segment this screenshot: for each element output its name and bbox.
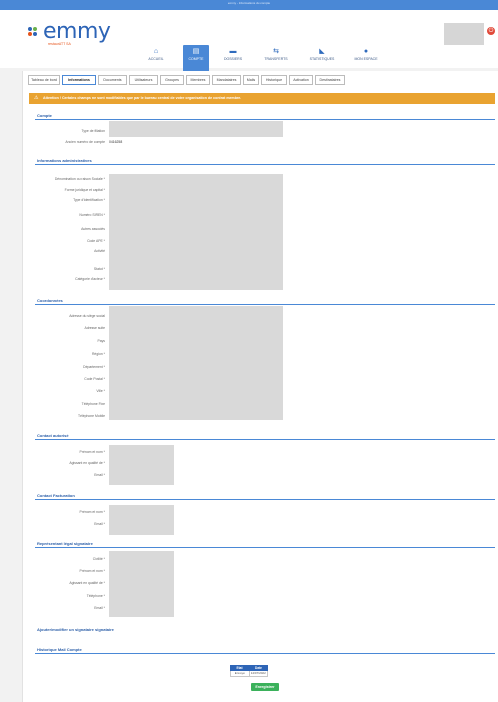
coordinates-fields-box[interactable] [109,306,283,420]
field-label: Civilité * [92,557,105,561]
field-label: Code APE * [87,239,105,243]
nav-mon-espace[interactable]: ● MON ESPACE [346,45,386,73]
transfer-icon: ⇆ [273,48,279,55]
old-account-number: 0416258 [109,140,123,144]
section-title-contact-facturation: Contact Facturation [37,493,75,498]
section-title-admin: Informations administratives [37,158,92,163]
nav-label: TRANSFERTS [264,57,288,61]
authorized-contact-box[interactable] [109,445,174,485]
section-divider [35,119,495,120]
nav-label: MON ESPACE [354,57,378,61]
field-label: Forme juridique et capital * [64,188,105,192]
section-divider [35,439,495,440]
nav-dossiers[interactable]: ▬ DOSSIERS [216,45,250,73]
tab-membres[interactable]: Membres [186,75,210,85]
logout-icon[interactable]: ⏻ [487,27,495,35]
section-divider [35,304,495,305]
field-label: Code Postal * [84,377,105,381]
nav-label: COMPTE [188,57,204,61]
admin-fields-box[interactable] [109,174,283,290]
tab-utilisateurs[interactable]: Utilisateurs [129,75,158,85]
account-icon: ▤ [192,48,200,55]
field-label: Téléphone * [86,594,105,598]
field-label: Dénomination ou raison Sociale * [54,177,105,181]
logo-tagline: restaurATT SA [48,42,71,46]
tab-destinataires[interactable]: Destinataires [315,75,345,85]
nav-transferts[interactable]: ⇆ TRANSFERTS [256,45,296,73]
section-divider [35,653,495,654]
tab-groupes[interactable]: Groupes [160,75,184,85]
section-title-representant: Représentant légal signataire [37,541,93,546]
window-title: emmy - Informations du compte [227,1,271,5]
logo-dots-icon [28,27,42,37]
field-label: Adresse suite [84,326,105,330]
field-label: Prénom et nom * [79,569,105,573]
field-label: Département * [83,365,105,369]
field-label: Ancien numéro de compte [65,140,105,144]
nav-compte[interactable]: ▤ COMPTE [183,45,209,73]
tab-historique[interactable]: Historique [261,75,287,85]
tab-tableau-de-bord[interactable]: Tableau de bord [28,75,60,85]
field-label: Type de filiation [81,129,105,133]
field-label: Agissant en qualité de * [69,461,105,465]
table-cell: 14/07/2022 [250,671,266,675]
tab-mandataires[interactable]: Mandataires [212,75,241,85]
nav-accueil[interactable]: ⌂ ACCUEIL [138,45,174,73]
folder-icon: ▬ [229,48,237,55]
section-divider [35,164,495,165]
field-label: Agissant en qualité de * [69,581,105,585]
mail-history-table: Etat Date Envoyé 14/07/2022 [230,665,268,677]
section-title-compte: Compte [37,113,52,118]
tab-mails[interactable]: Mails [243,75,259,85]
add-signatory-link[interactable]: Ajouter/modifier un signataire signatair… [37,627,114,632]
field-label: Téléphone Fixe [81,402,105,406]
warning-text: Attention ! Certains champs ne sont modi… [43,96,242,100]
field-label: Email * [94,473,105,477]
field-label: Autres associés [81,227,105,231]
user-icon: ● [363,48,369,55]
field-label: Ville * [96,389,105,393]
user-menu[interactable] [444,23,484,45]
logo[interactable]: emmy restaurATT SA [28,20,118,50]
main-content: Tableau de bord Informations Documents U… [22,71,498,702]
field-label: Prénom et nom * [79,450,105,454]
table-row: Envoyé 14/07/2022 [230,671,268,677]
warning-icon: ⚠ [34,95,39,101]
field-label: Région * [91,352,105,356]
nav-label: STATISTIQUES [309,57,335,61]
field-label: Email * [94,522,105,526]
type-filiation-field[interactable] [109,121,283,137]
tab-documents[interactable]: Documents [98,75,127,85]
legal-rep-box[interactable] [109,551,174,617]
section-title-coordonnees: Coordonnées [37,298,63,303]
browser-top-bar: emmy - Informations du compte [0,0,498,10]
field-label: Adresse du siège social [69,314,105,318]
logo-word: emmy [43,19,111,44]
nav-label: ACCUEIL [148,57,164,61]
nav-statistiques[interactable]: ◣ STATISTIQUES [300,45,344,73]
field-label: Pays [97,339,105,343]
field-label: Téléphone Mobile [78,414,105,418]
section-divider [35,547,495,548]
nav-label: DOSSIERS [223,57,243,61]
section-title-contact-autorise: Contact autorisé [37,433,69,438]
field-label: Prénom et nom * [79,510,105,514]
home-icon: ⌂ [153,48,159,55]
field-label: Numéro SIREN * [79,213,105,217]
field-label: Type d'identification * [73,198,105,202]
field-label: Statut * [93,267,105,271]
field-label: Activité [94,249,105,253]
save-button[interactable]: Enregistrer [251,683,279,691]
app-header: emmy restaurATT SA ⌂ ACCUEIL ▤ COMPTE ▬ … [0,10,498,73]
field-label: Email * [94,606,105,610]
table-cell: Envoyé [231,671,250,676]
tab-informations[interactable]: Informations [62,75,96,85]
section-divider [35,499,495,500]
chart-icon: ◣ [319,48,325,55]
warning-banner: ⚠ Attention ! Certains champs ne sont mo… [29,93,495,104]
section-title-mail-history: Historique Mail Compte [37,647,82,652]
billing-contact-box[interactable] [109,505,174,535]
tab-activation[interactable]: Activation [289,75,313,85]
field-label: Catégorie d'acteur * [75,277,105,281]
